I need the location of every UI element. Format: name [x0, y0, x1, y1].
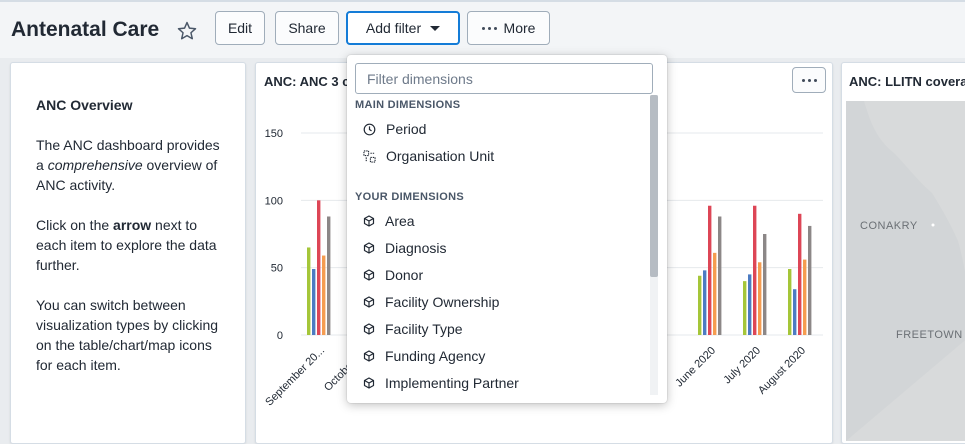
more-label: More: [503, 20, 536, 36]
y-tick-label: 0: [277, 330, 283, 342]
bar: [327, 216, 331, 335]
bar: [803, 259, 807, 335]
edit-button[interactable]: Edit: [215, 11, 265, 45]
x-tick-label: July 2020: [721, 345, 763, 387]
bar: [808, 225, 812, 335]
p2-text: Click on the: [36, 217, 114, 233]
chart-card-title: ANC: ANC 3 c: [264, 74, 350, 89]
dimension-item-funding-agency[interactable]: Funding Agency: [363, 346, 485, 366]
bar: [743, 281, 747, 335]
bar: [753, 205, 757, 335]
bar: [758, 262, 762, 335]
bar: [708, 205, 712, 335]
bar: [718, 216, 722, 335]
dimension-item-period[interactable]: Period: [363, 119, 426, 139]
map-card-title: ANC: LLITN covera: [849, 74, 965, 89]
y-tick-label: 100: [265, 195, 283, 207]
bar: [703, 270, 707, 335]
main-dimensions-heading: MAIN DIMENSIONS: [355, 99, 461, 111]
bar: [322, 255, 326, 335]
org-unit-icon: [363, 149, 376, 163]
your-dimensions-heading: YOUR DIMENSIONS: [355, 191, 465, 203]
dashboard-title: Antenatal Care: [11, 18, 160, 41]
chart-more-button[interactable]: [792, 67, 826, 93]
dimension-cube-icon: [363, 323, 375, 335]
p1-emphasis: comprehensive: [47, 157, 143, 173]
map-view[interactable]: CONAKRY FREETOWN: [846, 101, 965, 441]
more-dots-icon: [801, 78, 817, 82]
text-card-title: ANC Overview: [36, 97, 133, 113]
edit-label: Edit: [227, 20, 253, 36]
text-card: ANC Overview The ANC dashboard provides …: [10, 62, 246, 444]
dimension-cube-icon: [363, 377, 375, 389]
dimension-item-implementing-partner[interactable]: Implementing Partner: [363, 373, 519, 393]
dashboard-header: Antenatal Care Edit Share Add filter Mor…: [0, 2, 965, 58]
share-label: Share: [288, 20, 326, 36]
dimension-label: Diagnosis: [385, 240, 447, 256]
y-tick-label: 150: [265, 128, 283, 140]
caret-down-icon: [430, 25, 441, 31]
dimension-item-donor[interactable]: Donor: [363, 265, 423, 285]
more-dots-icon: [481, 26, 497, 30]
add-filter-button[interactable]: Add filter: [346, 11, 460, 45]
star-icon[interactable]: [176, 20, 198, 42]
p2-bold: arrow: [113, 217, 152, 233]
dimension-label: Period: [386, 121, 427, 137]
bar: [713, 252, 717, 335]
x-tick-label: June 2020: [673, 345, 718, 390]
add-filter-label: Add filter: [365, 20, 422, 36]
map-coast: [846, 101, 965, 441]
bar: [763, 234, 767, 335]
dimension-label: Area: [385, 213, 415, 229]
bar: [793, 289, 797, 335]
dimension-item-organisation-unit[interactable]: Organisation Unit: [363, 146, 494, 166]
map-label-freetown: FREETOWN: [896, 329, 963, 341]
filter-placeholder: Filter dimensions: [367, 70, 473, 87]
dimension-label: Facility Ownership: [385, 294, 500, 310]
x-tick-label: September 20...: [263, 345, 327, 409]
text-paragraph-1: The ANC dashboard provides a comprehensi…: [36, 135, 226, 195]
map-label-conakry: CONAKRY: [860, 220, 918, 232]
share-button[interactable]: Share: [275, 11, 339, 45]
dimension-item-facility-type[interactable]: Facility Type: [363, 319, 463, 339]
x-tick-label: August 2020: [756, 345, 808, 397]
dimension-label: Funding Agency: [385, 348, 486, 364]
y-tick-label: 50: [271, 263, 283, 275]
bar: [788, 269, 792, 335]
filter-dropdown: Filter dimensions MAIN DIMENSIONS Period…: [347, 55, 667, 403]
text-paragraph-3: You can switch between visualization typ…: [36, 297, 219, 373]
dimension-cube-icon: [363, 350, 375, 362]
text-paragraph-2: Click on the arrow next to each item to …: [36, 215, 226, 275]
dimension-label: Organisation Unit: [386, 148, 495, 164]
map-card: ANC: LLITN covera CONAKRY FREETOWN: [841, 62, 965, 444]
bar: [748, 274, 752, 335]
clock-icon: [363, 123, 376, 135]
dimension-label: Implementing Partner: [385, 375, 519, 391]
dimension-cube-icon: [363, 215, 375, 227]
bar: [307, 247, 311, 335]
dimension-label: Facility Type: [385, 321, 463, 337]
dimension-cube-icon: [363, 296, 375, 308]
dimension-item-diagnosis[interactable]: Diagnosis: [363, 238, 446, 258]
dropdown-scrollbar-thumb[interactable]: [650, 95, 658, 277]
bar: [312, 269, 316, 335]
bar: [317, 200, 321, 335]
dimension-item-facility-ownership[interactable]: Facility Ownership: [363, 292, 499, 312]
dimension-cube-icon: [363, 269, 375, 281]
bar: [798, 213, 802, 335]
dimension-cube-icon: [363, 242, 375, 254]
bar: [698, 275, 702, 335]
filter-dimensions-input[interactable]: Filter dimensions: [355, 63, 653, 94]
dimension-item-area[interactable]: Area: [363, 211, 415, 231]
dimension-label: Donor: [385, 267, 424, 283]
more-button[interactable]: More: [467, 11, 550, 45]
